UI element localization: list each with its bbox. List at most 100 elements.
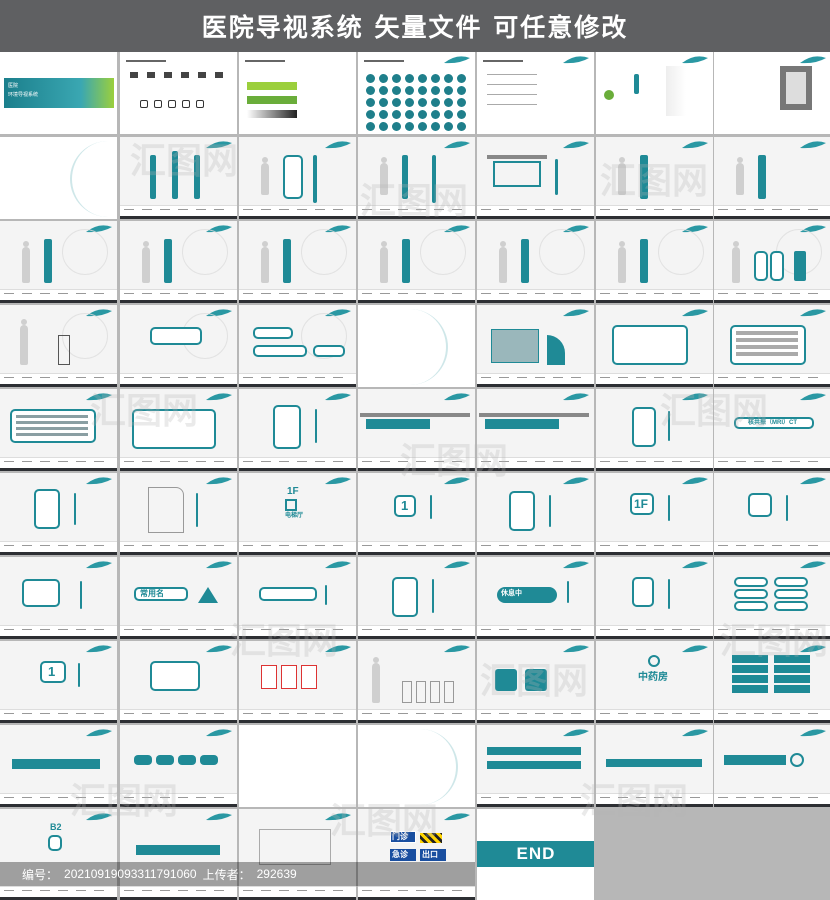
footer-cell <box>398 629 408 630</box>
footer-cell <box>76 713 86 714</box>
tree-sketch <box>182 229 228 275</box>
footer-cell <box>142 293 152 294</box>
person-head <box>373 657 379 663</box>
page-footer <box>120 457 237 471</box>
footer-cell <box>297 461 307 462</box>
arrow-glyph <box>168 100 176 108</box>
pictogram-icon <box>418 122 427 131</box>
floor-stand <box>416 681 426 703</box>
footer-cell <box>790 377 800 378</box>
pictogram-icon <box>392 98 401 107</box>
footer-cell <box>279 377 289 378</box>
small-sign <box>774 601 808 611</box>
sign-post <box>758 155 766 199</box>
person-head <box>262 157 268 163</box>
footer-cell <box>214 713 224 714</box>
triangle-sign <box>198 587 218 603</box>
footer-cell <box>481 293 491 294</box>
footer-cell <box>398 545 408 546</box>
a-frame-sign <box>58 335 70 365</box>
thumbnail-page <box>596 52 713 134</box>
thumbnail-page <box>120 137 237 219</box>
leaf-logo-icon <box>86 561 112 569</box>
person-silhouette <box>499 247 507 283</box>
footer-cell <box>808 377 818 378</box>
thumbnail-page: 1 <box>0 641 117 723</box>
footer-cell <box>790 713 800 714</box>
directory-board <box>150 661 200 691</box>
thumbnail-page <box>596 725 713 807</box>
footer-cell <box>4 545 14 546</box>
thumbnail-page <box>0 389 117 471</box>
directory-row <box>16 427 88 430</box>
footer-cell <box>94 545 104 546</box>
page-footer <box>120 541 237 555</box>
footer-cell <box>808 713 818 714</box>
footer-cell <box>76 545 86 546</box>
footer-cell <box>160 209 170 210</box>
footer-cell <box>654 461 664 462</box>
footer-cell <box>636 545 646 546</box>
footer-cell <box>654 377 664 378</box>
number-label: 1 <box>401 498 409 513</box>
footer-cell <box>672 461 682 462</box>
footer-cell <box>672 629 682 630</box>
person-head <box>737 157 743 163</box>
directory-row <box>736 338 798 342</box>
footer-cell <box>22 713 32 714</box>
sign-panel <box>34 489 60 529</box>
pictogram-icon <box>392 86 401 95</box>
footer-cell <box>58 545 68 546</box>
leaf-logo-icon <box>444 393 470 401</box>
footer-cell <box>452 293 462 294</box>
text-line <box>487 94 537 95</box>
pictogram-icon <box>431 74 440 83</box>
exit-icon <box>525 669 547 691</box>
title-banner: 医院导视系统 矢量文件 可任意修改 <box>0 0 830 52</box>
page-footer <box>239 373 356 387</box>
footer-cell <box>315 629 325 630</box>
footer-cell <box>315 545 325 546</box>
footer-cell <box>718 461 728 462</box>
footer-cell <box>178 293 188 294</box>
leaf-logo-icon <box>206 141 232 149</box>
person-silhouette <box>732 247 740 283</box>
thumbnail-page: 核共振（MRI）CT <box>714 389 830 471</box>
pictogram-icon <box>457 86 466 95</box>
sign-post <box>794 251 806 281</box>
thumbnail-page <box>239 809 356 900</box>
footer-cell <box>22 461 32 462</box>
footer-cell <box>434 293 444 294</box>
footer-cell <box>718 293 728 294</box>
footer-cell <box>535 713 545 714</box>
sign-post <box>402 239 410 283</box>
footer-cell <box>380 890 390 891</box>
footer-cell <box>481 209 491 210</box>
footer-cell <box>654 713 664 714</box>
footer-cell <box>214 797 224 798</box>
pictogram-icon <box>444 86 453 95</box>
thumbnail-page <box>0 725 117 807</box>
leaf-logo-icon <box>86 393 112 401</box>
leaf-logo-icon <box>800 141 826 149</box>
pictogram-icon <box>392 74 401 83</box>
footer-cell <box>571 713 581 714</box>
page-footer <box>714 793 830 807</box>
sign-panel <box>259 587 317 601</box>
sign-panel <box>253 345 307 357</box>
leaf-logo-icon <box>682 729 708 737</box>
arrow-glyph <box>140 100 148 108</box>
page-footer <box>714 457 830 471</box>
footer-cell <box>736 377 746 378</box>
page-footer <box>358 457 475 471</box>
pictogram-icon <box>405 86 414 95</box>
warning-sign <box>261 665 277 689</box>
footer-cell <box>452 209 462 210</box>
footer-cell <box>718 713 728 714</box>
thumbnail-page <box>714 725 830 807</box>
thumbnail-page <box>0 305 117 387</box>
footer-cell <box>535 629 545 630</box>
footer-cell <box>434 629 444 630</box>
leaf-logo-icon <box>86 645 112 653</box>
footer-cell <box>772 545 782 546</box>
